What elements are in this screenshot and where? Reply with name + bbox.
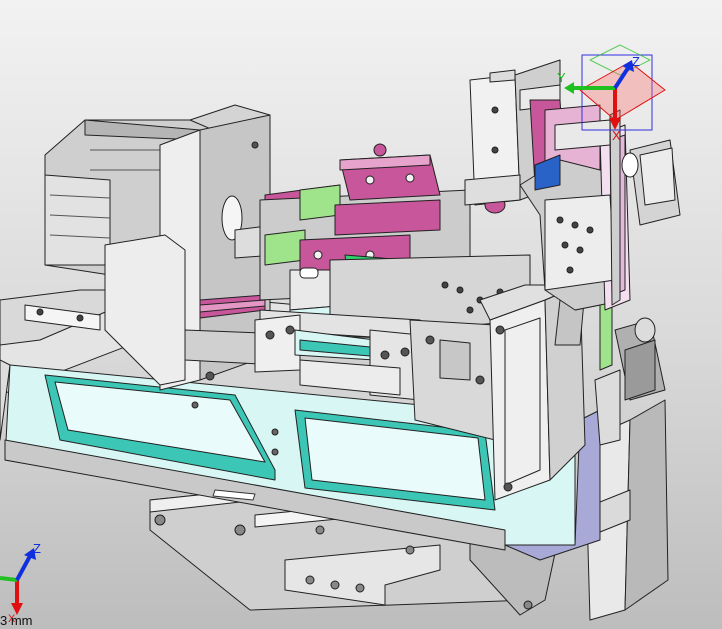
right-motor — [614, 317, 666, 401]
triad-x-label: X — [612, 128, 621, 143]
view-triad-z-label: Z — [33, 541, 41, 556]
triad-z-label: Z — [632, 54, 640, 69]
cad-3d-viewport[interactable]: Z Y X Z X 3 mm — [0, 0, 722, 629]
assembly-model[interactable]: Z Y X Z X — [0, 0, 722, 629]
scale-bar-label: 3 mm — [0, 613, 33, 628]
triad-y-label: Y — [557, 70, 566, 85]
